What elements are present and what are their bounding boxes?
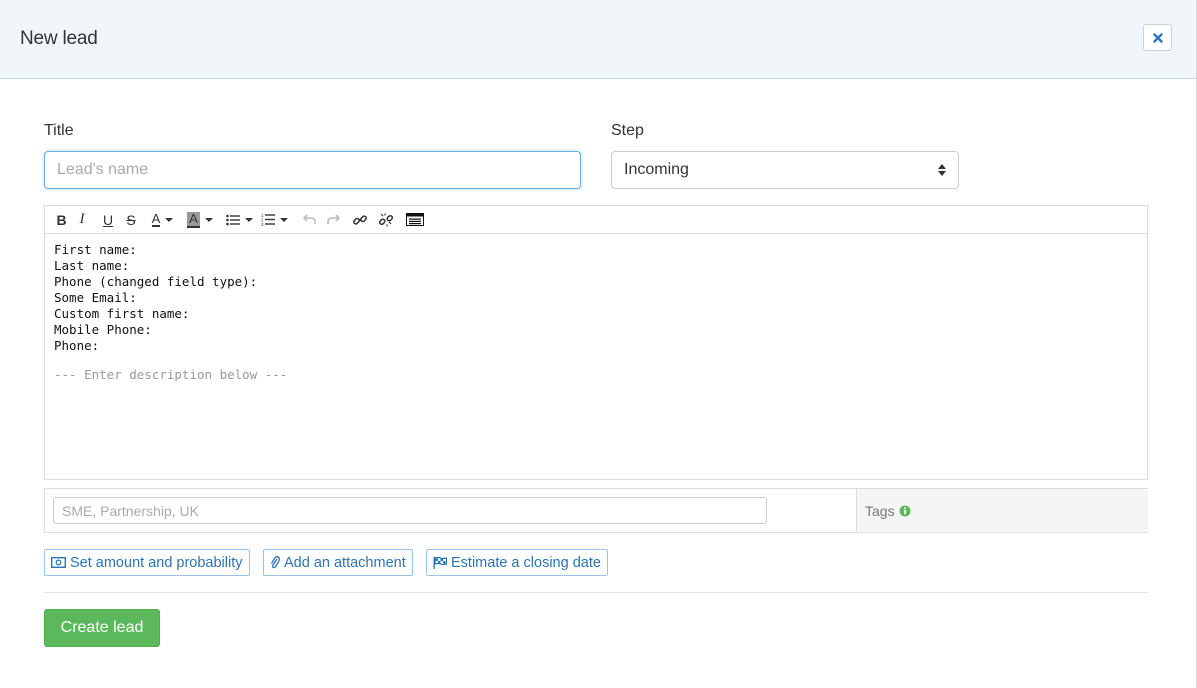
sort-arrows-icon bbox=[938, 164, 946, 176]
source-code-button[interactable] bbox=[398, 210, 432, 230]
strikethrough-icon[interactable]: S bbox=[121, 210, 141, 230]
paperclip-icon bbox=[270, 556, 280, 569]
editor-line: Phone (changed field type): bbox=[54, 274, 258, 289]
editor-line: Last name: bbox=[54, 258, 130, 273]
title-input[interactable] bbox=[44, 151, 581, 189]
undo-icon bbox=[302, 214, 316, 224]
step-select-value: Incoming bbox=[624, 161, 689, 178]
font-color-button[interactable]: A bbox=[141, 210, 176, 230]
tags-row: Tags bbox=[44, 488, 1148, 533]
editor-line: First name: bbox=[54, 242, 137, 257]
step-select[interactable]: Incoming bbox=[611, 151, 959, 189]
editor-line: Phone: bbox=[54, 338, 100, 353]
unlink-icon bbox=[379, 213, 393, 226]
tags-input[interactable] bbox=[53, 497, 767, 524]
form-divider bbox=[44, 592, 1148, 593]
bullet-list-button[interactable] bbox=[216, 210, 254, 230]
editor-toolbar: B I U S A A 1 2 3 bbox=[45, 206, 1147, 234]
add-attachment-button[interactable]: Add an attachment bbox=[263, 549, 413, 576]
editor-hint: --- Enter description below --- bbox=[54, 367, 288, 382]
redo-button[interactable] bbox=[320, 210, 346, 230]
flag-checkered-icon bbox=[433, 556, 447, 569]
estimate-closing-button[interactable]: Estimate a closing date bbox=[426, 549, 608, 576]
title-label: Title bbox=[44, 122, 74, 139]
set-amount-label: Set amount and probability bbox=[70, 554, 243, 571]
money-icon bbox=[51, 557, 66, 568]
editor-line: Mobile Phone: bbox=[54, 322, 152, 337]
editor-line: Some Email: bbox=[54, 290, 137, 305]
svg-text:3: 3 bbox=[261, 222, 264, 226]
redo-icon bbox=[326, 214, 340, 224]
modal-title: New lead bbox=[20, 28, 98, 49]
highlight-color-button[interactable]: A bbox=[176, 210, 216, 230]
create-lead-button[interactable]: Create lead bbox=[44, 609, 160, 647]
close-icon bbox=[1152, 32, 1163, 43]
tags-label-cell: Tags bbox=[856, 489, 1148, 532]
link-icon bbox=[353, 214, 367, 225]
add-attachment-label: Add an attachment bbox=[284, 554, 406, 571]
step-label: Step bbox=[611, 122, 644, 139]
estimate-closing-label: Estimate a closing date bbox=[451, 554, 601, 571]
link-button[interactable] bbox=[346, 210, 374, 230]
close-button[interactable] bbox=[1143, 24, 1172, 51]
unlink-button[interactable] bbox=[374, 210, 398, 230]
tags-label: Tags bbox=[865, 502, 895, 519]
modal-header: New lead bbox=[0, 0, 1197, 79]
underline-icon[interactable]: U bbox=[95, 210, 121, 230]
set-amount-button[interactable]: Set amount and probability bbox=[44, 549, 250, 576]
font-color-icon: A bbox=[151, 211, 161, 227]
info-icon[interactable] bbox=[899, 505, 911, 517]
highlight-color-icon: A bbox=[187, 210, 200, 228]
undo-button[interactable] bbox=[290, 210, 320, 230]
editor-content[interactable]: First name: Last name: Phone (changed fi… bbox=[45, 234, 1147, 391]
bullet-list-icon bbox=[225, 214, 240, 225]
italic-icon[interactable]: I bbox=[69, 210, 95, 230]
source-code-icon bbox=[406, 213, 424, 226]
editor-line: Custom first name: bbox=[54, 306, 190, 321]
numbered-list-icon: 1 2 3 bbox=[261, 213, 275, 226]
bold-icon[interactable]: B bbox=[54, 210, 69, 230]
numbered-list-button[interactable]: 1 2 3 bbox=[254, 210, 290, 230]
description-editor: B I U S A A 1 2 3 First name: Last name:… bbox=[44, 205, 1148, 480]
